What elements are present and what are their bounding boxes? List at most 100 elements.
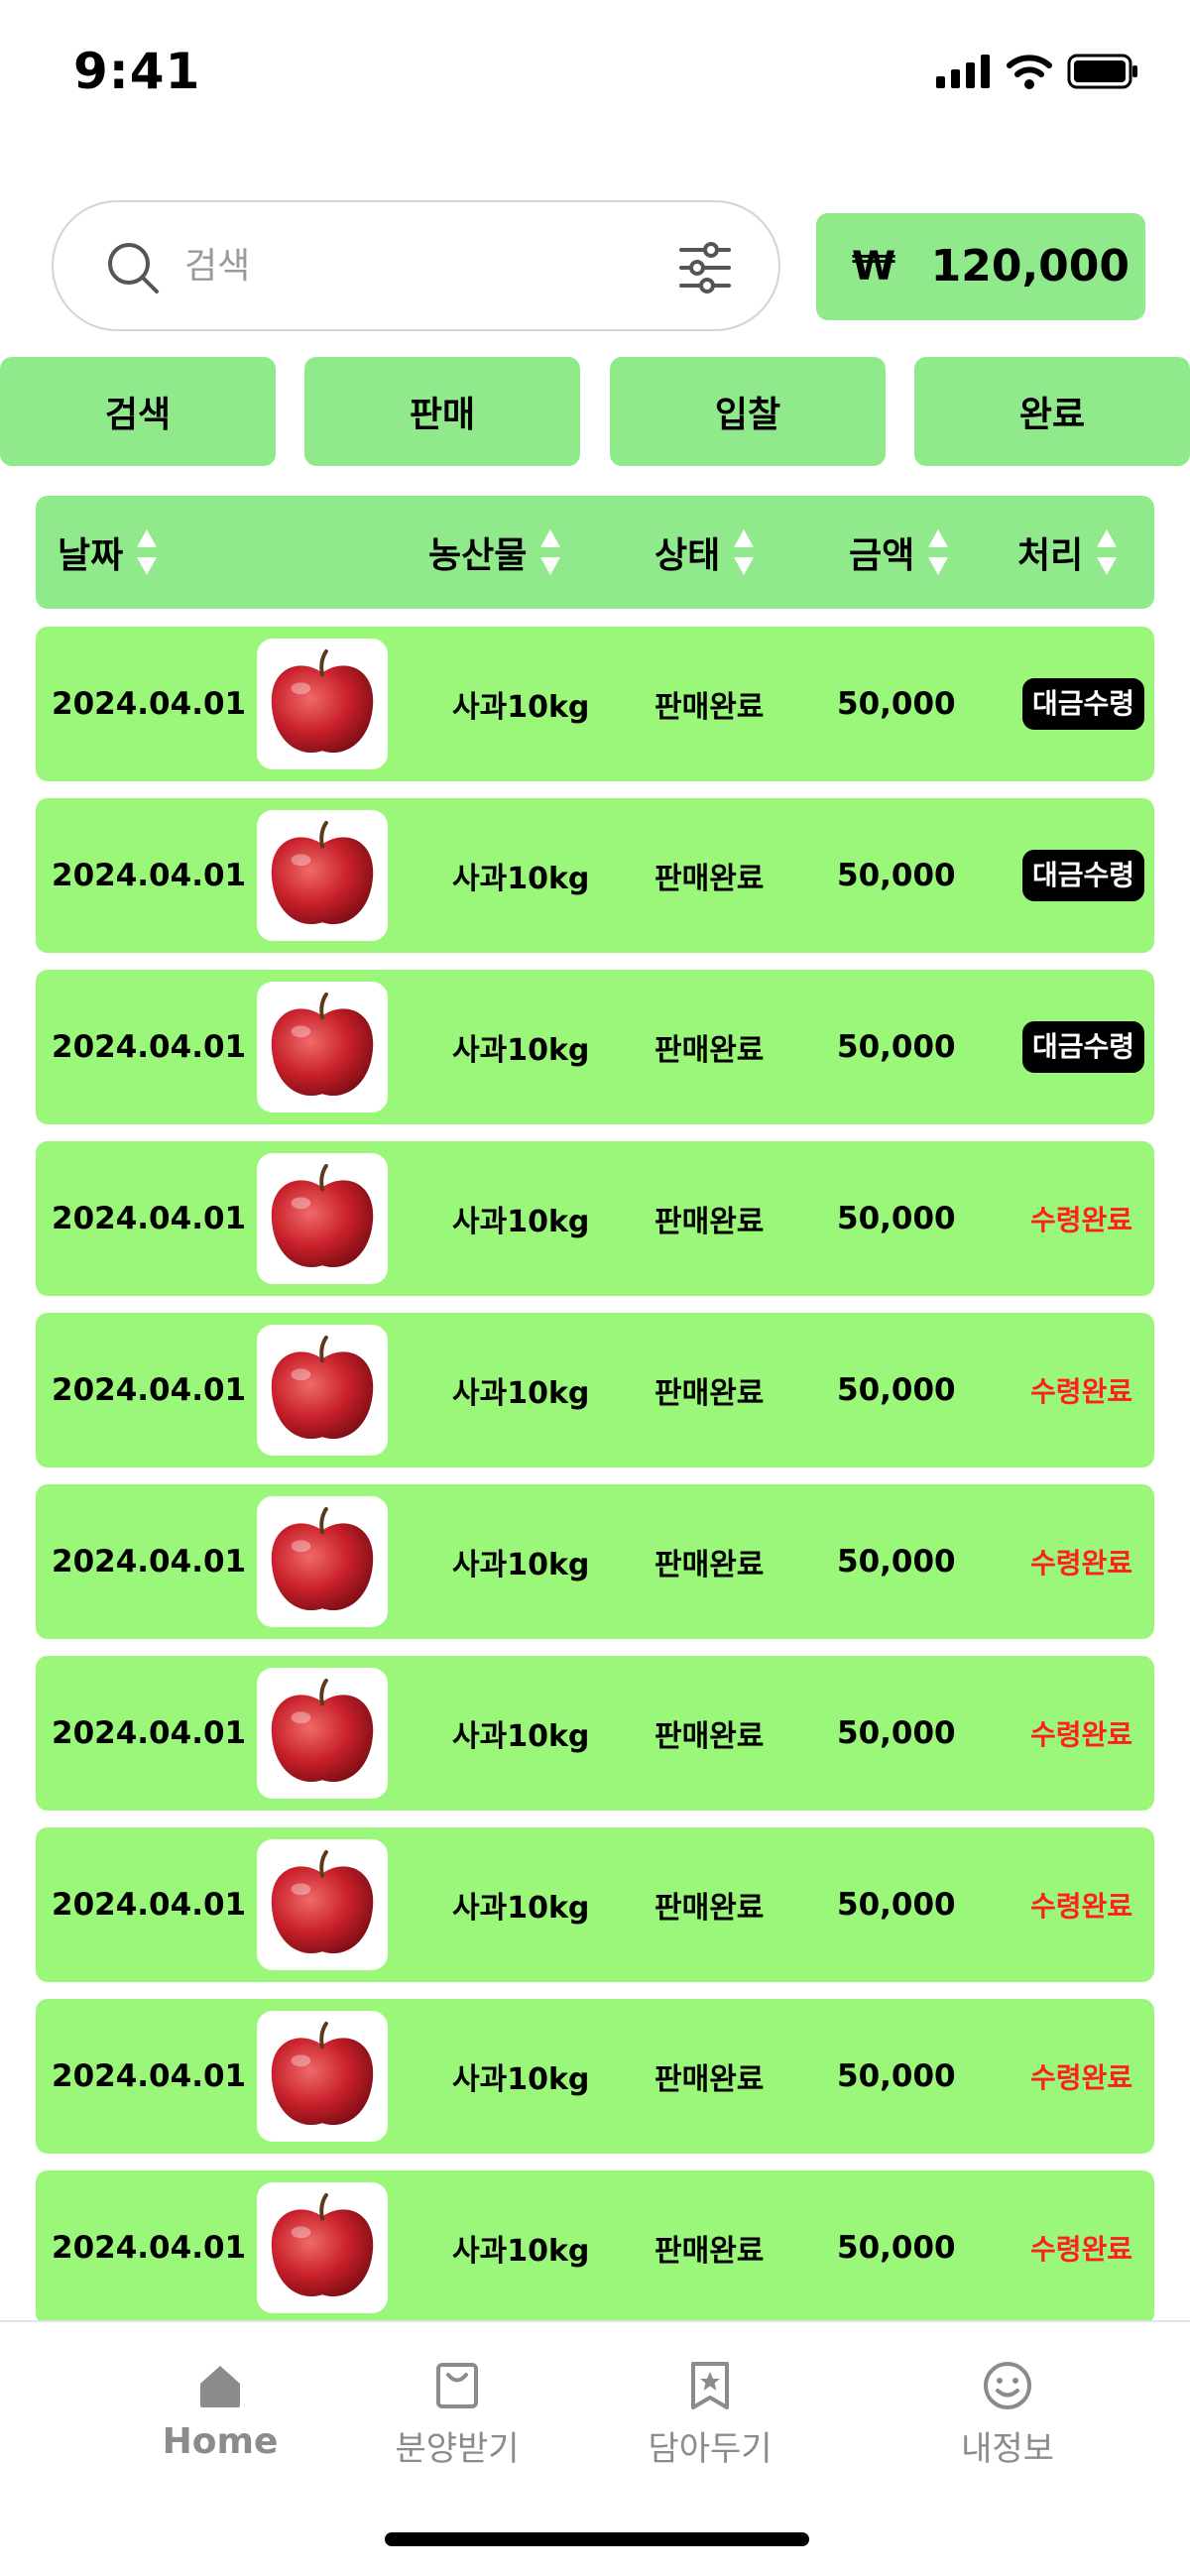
table-row[interactable]: 2024.04.01 사과10kg 판매완료 50,000 수령완료 bbox=[36, 1656, 1154, 1811]
table-header: 날짜 농산물 상태 금액 처리 bbox=[36, 496, 1154, 609]
product-thumbnail bbox=[257, 1668, 388, 1799]
row-product: 사과10kg bbox=[452, 1376, 590, 1411]
row-amount: 50,000 bbox=[837, 686, 956, 722]
product-thumbnail bbox=[257, 982, 388, 1112]
row-amount: 50,000 bbox=[837, 1715, 956, 1751]
nav-item-home[interactable]: Home bbox=[111, 2358, 329, 2462]
table-row[interactable]: 2024.04.01 사과10kg 판매완료 50,000 수령완료 bbox=[36, 1999, 1154, 2154]
balance-currency-symbol: ₩ bbox=[852, 244, 896, 290]
receive-payment-button[interactable]: 대금수령 bbox=[1021, 850, 1144, 901]
apple-icon bbox=[271, 1335, 374, 1440]
search-icon bbox=[108, 243, 159, 293]
filter-sliders-icon[interactable] bbox=[677, 238, 733, 297]
bag-icon bbox=[436, 2363, 478, 2408]
nav-label-adopt: 분양받기 bbox=[395, 2429, 520, 2469]
row-date: 2024.04.01 bbox=[52, 2058, 247, 2094]
row-amount: 50,000 bbox=[837, 1887, 956, 1923]
row-status: 판매완료 bbox=[654, 690, 765, 725]
row-product: 사과10kg bbox=[452, 1033, 590, 1068]
column-header-status-label: 상태 bbox=[654, 535, 721, 576]
row-product: 사과10kg bbox=[452, 1719, 590, 1754]
apple-icon bbox=[271, 1163, 374, 1268]
nav-label-home: Home bbox=[162, 2421, 279, 2462]
table-row[interactable]: 2024.04.01 사과10kg 판매완료 50,000 수령완료 bbox=[36, 1313, 1154, 1467]
received-status-label[interactable]: 수령완료 bbox=[1018, 1370, 1144, 1410]
received-status-label[interactable]: 수령완료 bbox=[1018, 1542, 1144, 1581]
received-status-label[interactable]: 수령완료 bbox=[1018, 2228, 1144, 2268]
battery-icon bbox=[1067, 54, 1137, 89]
column-header-action[interactable]: 처리 bbox=[1017, 496, 1119, 609]
product-thumbnail bbox=[257, 1325, 388, 1456]
nav-label-saved: 담아두기 bbox=[648, 2429, 773, 2469]
apple-icon bbox=[271, 992, 374, 1097]
table-row[interactable]: 2024.04.01 사과10kg 판매완료 50,000 수령완료 bbox=[36, 1141, 1154, 1296]
table-row[interactable]: 2024.04.01 사과10kg 판매완료 50,000 대금수령 bbox=[36, 798, 1154, 953]
search-placeholder: 검색 bbox=[184, 246, 251, 287]
row-status: 판매완료 bbox=[654, 1205, 765, 1239]
sort-icon[interactable] bbox=[926, 527, 950, 577]
tab-sell[interactable]: 판매 bbox=[304, 357, 580, 466]
row-product: 사과10kg bbox=[452, 2062, 590, 2097]
row-status: 판매완료 bbox=[654, 862, 765, 896]
received-status-label[interactable]: 수령완료 bbox=[1018, 1885, 1144, 1925]
search-input[interactable]: 검색 bbox=[52, 200, 780, 331]
apple-icon bbox=[271, 2192, 374, 2297]
sort-icon[interactable] bbox=[538, 527, 562, 577]
column-header-status[interactable]: 상태 bbox=[654, 496, 756, 609]
apple-icon bbox=[271, 648, 374, 754]
cellular-signal-icon bbox=[936, 55, 990, 88]
home-indicator[interactable] bbox=[385, 2532, 809, 2546]
received-status-label[interactable]: 수령완료 bbox=[1018, 2056, 1144, 2096]
row-date: 2024.04.01 bbox=[52, 1544, 247, 1580]
nav-item-saved[interactable]: 담아두기 bbox=[601, 2358, 819, 2470]
status-time: 9:41 bbox=[73, 43, 201, 100]
sort-icon[interactable] bbox=[732, 527, 756, 577]
received-status-label[interactable]: 수령완료 bbox=[1018, 1713, 1144, 1753]
received-status-label[interactable]: 수령완료 bbox=[1018, 1199, 1144, 1238]
tab-bid[interactable]: 입찰 bbox=[610, 357, 886, 466]
receive-payment-button[interactable]: 대금수령 bbox=[1021, 1021, 1144, 1073]
status-icons bbox=[936, 52, 1138, 91]
product-thumbnail bbox=[257, 639, 388, 769]
sort-icon[interactable] bbox=[135, 527, 159, 577]
product-thumbnail bbox=[257, 810, 388, 941]
row-status: 판매완료 bbox=[654, 1719, 765, 1754]
table-row[interactable]: 2024.04.01 사과10kg 판매완료 50,000 대금수령 bbox=[36, 627, 1154, 781]
column-header-product[interactable]: 농산물 bbox=[428, 496, 562, 609]
row-date: 2024.04.01 bbox=[52, 858, 247, 893]
product-thumbnail bbox=[257, 1496, 388, 1627]
row-date: 2024.04.01 bbox=[52, 1887, 247, 1923]
row-status: 판매완료 bbox=[654, 1891, 765, 1926]
sort-icon[interactable] bbox=[1095, 527, 1119, 577]
tab-search[interactable]: 검색 bbox=[0, 357, 276, 466]
bookmark-star-icon bbox=[691, 2362, 729, 2409]
column-header-date[interactable]: 날짜 bbox=[58, 496, 159, 609]
smile-icon bbox=[984, 2362, 1031, 2409]
row-product: 사과10kg bbox=[452, 690, 590, 725]
row-date: 2024.04.01 bbox=[52, 1715, 247, 1751]
table-row[interactable]: 2024.04.01 사과10kg 판매완료 50,000 수령완료 bbox=[36, 1484, 1154, 1639]
row-amount: 50,000 bbox=[837, 2230, 956, 2266]
product-thumbnail bbox=[257, 1839, 388, 1970]
row-product: 사과10kg bbox=[452, 1891, 590, 1926]
apple-icon bbox=[271, 820, 374, 925]
row-date: 2024.04.01 bbox=[52, 1372, 247, 1408]
nav-item-profile[interactable]: 내정보 bbox=[898, 2358, 1117, 2470]
column-header-amount[interactable]: 금액 bbox=[849, 496, 950, 609]
row-date: 2024.04.01 bbox=[52, 2230, 247, 2266]
column-header-product-label: 농산물 bbox=[428, 535, 528, 576]
row-product: 사과10kg bbox=[452, 2234, 590, 2269]
receive-payment-button[interactable]: 대금수령 bbox=[1021, 678, 1144, 730]
row-amount: 50,000 bbox=[837, 1029, 956, 1065]
table-row[interactable]: 2024.04.01 사과10kg 판매완료 50,000 수령완료 bbox=[36, 2170, 1154, 2325]
row-status: 판매완료 bbox=[654, 2062, 765, 2097]
row-product: 사과10kg bbox=[452, 1205, 590, 1239]
row-status: 판매완료 bbox=[654, 1548, 765, 1582]
product-thumbnail bbox=[257, 1153, 388, 1284]
table-row[interactable]: 2024.04.01 사과10kg 판매완료 50,000 수령완료 bbox=[36, 1827, 1154, 1982]
row-date: 2024.04.01 bbox=[52, 1201, 247, 1236]
tab-complete[interactable]: 완료 bbox=[914, 357, 1190, 466]
table-row[interactable]: 2024.04.01 사과10kg 판매완료 50,000 대금수령 bbox=[36, 970, 1154, 1124]
row-amount: 50,000 bbox=[837, 1201, 956, 1236]
nav-item-adopt[interactable]: 분양받기 bbox=[348, 2358, 566, 2470]
